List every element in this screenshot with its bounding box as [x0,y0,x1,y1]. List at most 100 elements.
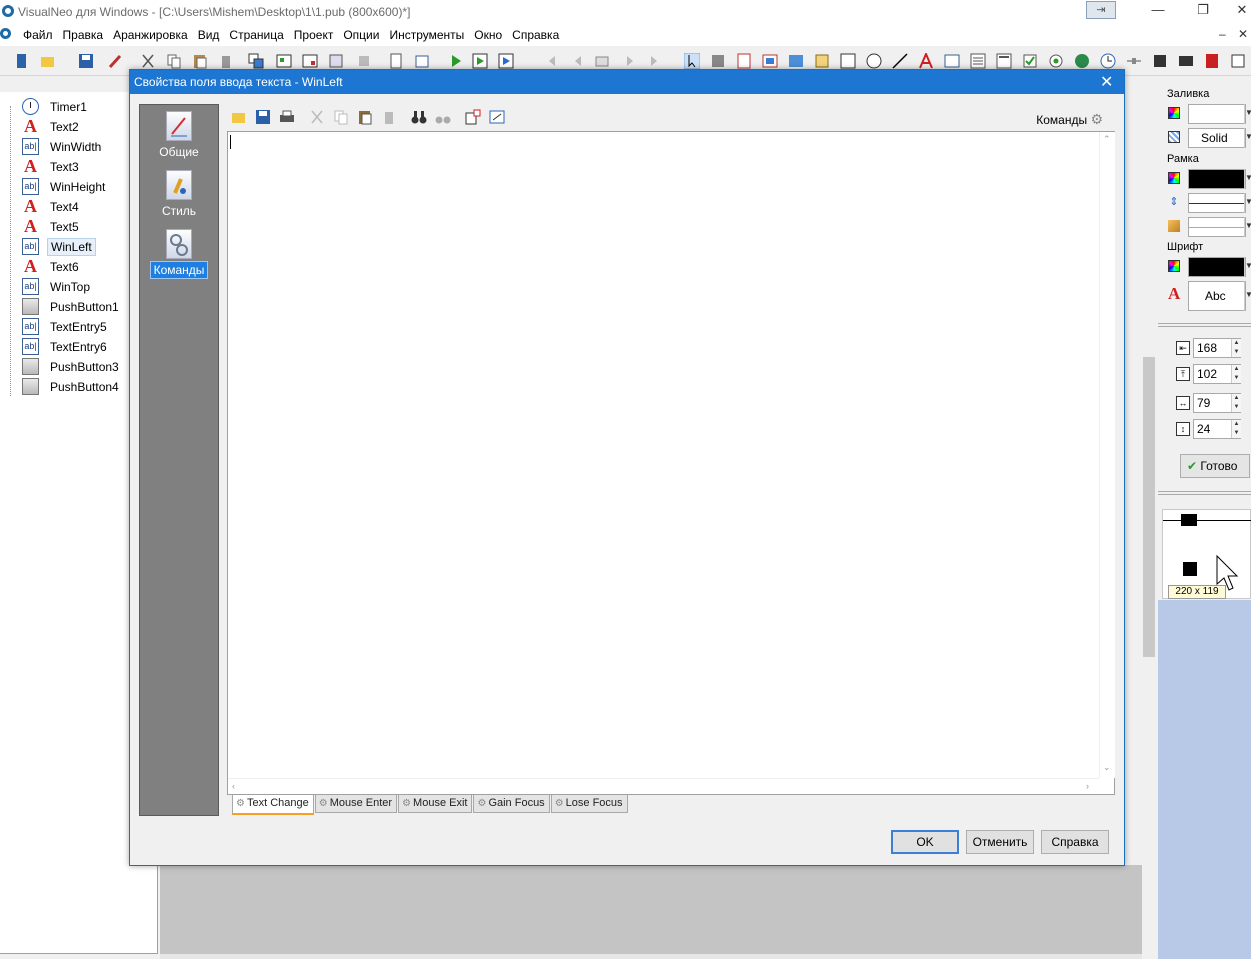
delete-icon[interactable] [381,109,397,125]
tree-item-textentry6[interactable]: ab| TextEntry6 [22,337,110,356]
browser-tool-icon[interactable] [1074,53,1090,69]
article-tool-icon[interactable] [736,53,752,69]
preview-handle[interactable] [1183,562,1197,576]
align-icon[interactable] [276,53,292,69]
menu-file[interactable]: Файл [18,28,58,42]
tab-text-change[interactable]: ⚙ Text Change [232,795,314,815]
prev-page-icon[interactable] [570,53,586,69]
chevron-down-icon[interactable]: ▼ [1244,128,1251,148]
tab-lose-focus[interactable]: ⚙ Lose Focus [550,795,628,813]
tree-item-text5[interactable]: A Text5 [22,217,82,236]
tree-item-text6[interactable]: A Text6 [22,257,82,276]
wand-icon[interactable] [356,53,372,69]
debug-icon[interactable] [498,53,514,69]
font-sample-field[interactable]: Abc [1188,281,1246,311]
mdi-minimize-button[interactable]: – [1219,27,1226,41]
page-add-icon[interactable] [388,53,404,69]
last-page-icon[interactable] [646,53,662,69]
frame-tool-icon[interactable] [840,53,856,69]
tree-item-text4[interactable]: A Text4 [22,197,82,216]
image-tool-icon[interactable] [762,53,778,69]
chevron-down-icon[interactable]: ▼ [1244,193,1251,213]
action-editor-icon[interactable] [489,109,505,125]
editor-vertical-scrollbar[interactable]: ⌃ ⌄ [1099,132,1115,778]
fill-style-field[interactable]: Solid [1188,128,1246,148]
open-folder-icon[interactable] [40,53,56,69]
replace-icon[interactable] [435,109,451,125]
left-position-spinner[interactable]: ▲ ▼ [1231,339,1241,357]
tree-item-wintop[interactable]: ab| WinTop [22,277,93,296]
tree-item-winwidth[interactable]: ab| WinWidth [22,137,104,156]
done-button[interactable]: ✔ Готово [1180,454,1250,478]
restore-button[interactable]: ❐ [1188,2,1218,20]
border-width-field[interactable] [1188,193,1246,213]
border-style-field[interactable] [1188,217,1246,237]
media-tool-icon[interactable] [1178,53,1194,69]
scroll-up-icon[interactable]: ⌃ [1103,134,1111,145]
select-tool-icon[interactable] [684,53,700,69]
hotspot-tool-icon[interactable] [814,53,830,69]
menu-help[interactable]: Справка [507,28,564,42]
nav-commands[interactable]: Команды [140,229,218,279]
picture-tool-icon[interactable] [788,53,804,69]
border-style-icon[interactable] [1168,220,1180,232]
tree-item-text3[interactable]: A Text3 [22,157,82,176]
fill-color-field[interactable] [1188,104,1246,124]
border-width-icon[interactable]: ⇕ [1168,196,1180,208]
commands-menu[interactable]: Команды ⚙ [1036,111,1103,128]
pdf-tool-icon[interactable] [1204,53,1220,69]
tree-item-pushbutton3[interactable]: PushButton3 [22,357,122,376]
copy-icon[interactable] [166,53,182,69]
pin-icon[interactable]: ⇥ [1086,1,1116,19]
help-button[interactable]: Справка [1041,830,1109,854]
slider-tool-icon[interactable] [1126,53,1142,69]
tree-item-textentry5[interactable]: ab| TextEntry5 [22,317,110,336]
paste-icon[interactable] [357,109,373,125]
group-icon[interactable] [248,53,264,69]
menu-page[interactable]: Страница [224,28,288,42]
dialog-close-button[interactable]: ✕ [1100,72,1113,92]
copy-icon[interactable] [333,109,349,125]
canvas-vertical-scrollbar[interactable] [1142,77,1156,959]
delete-icon[interactable] [218,53,234,69]
cut-icon[interactable] [140,53,156,69]
page-list-icon[interactable] [594,53,610,69]
canvas-horizontal-scrollbar[interactable] [160,954,1150,959]
run-icon[interactable] [448,53,464,69]
run-page-icon[interactable] [472,53,488,69]
chevron-down-icon[interactable]: ▼ [1244,104,1251,124]
first-page-icon[interactable] [544,53,560,69]
listbox-tool-icon[interactable] [970,53,986,69]
print-icon[interactable] [279,109,295,125]
ok-button[interactable]: OK [891,830,959,854]
scroll-right-icon[interactable]: › [1086,781,1089,791]
save-icon[interactable] [78,53,94,69]
close-window-button[interactable]: ✕ [1227,2,1251,20]
menu-project[interactable]: Проект [289,28,339,42]
menu-view[interactable]: Вид [193,28,225,42]
open-folder-icon[interactable] [231,109,247,125]
insert-command-icon[interactable] [465,109,481,125]
scroll-down-icon[interactable]: ⌄ [1103,762,1111,773]
page-properties-icon[interactable] [414,53,430,69]
cancel-button[interactable]: Отменить [966,830,1034,854]
document-icon[interactable] [0,28,11,39]
tab-gain-focus[interactable]: ⚙ Gain Focus [473,795,550,813]
plugin-tool-icon[interactable] [1152,53,1168,69]
mdi-close-button[interactable]: ✕ [1238,27,1248,41]
new-book-icon[interactable] [14,53,30,69]
tree-item-timer1[interactable]: Timer1 [22,97,90,116]
tree-item-winleft[interactable]: ab| WinLeft [22,237,96,256]
font-color-field[interactable] [1188,257,1246,277]
ellipse-tool-icon[interactable] [866,53,882,69]
page-canvas[interactable] [160,865,1142,954]
text-entry-tool-icon[interactable] [944,53,960,69]
editor-horizontal-scrollbar[interactable]: ‹ › [228,778,1099,794]
layers-icon[interactable] [328,53,344,69]
timer-tool-icon[interactable] [1100,53,1116,69]
nav-style[interactable]: Стиль [140,170,218,218]
fill-pattern-icon[interactable] [1168,131,1180,143]
preview-handle[interactable] [1181,514,1197,526]
menu-arrange[interactable]: Аранжировка [108,28,193,42]
minimize-button[interactable]: — [1143,2,1173,20]
